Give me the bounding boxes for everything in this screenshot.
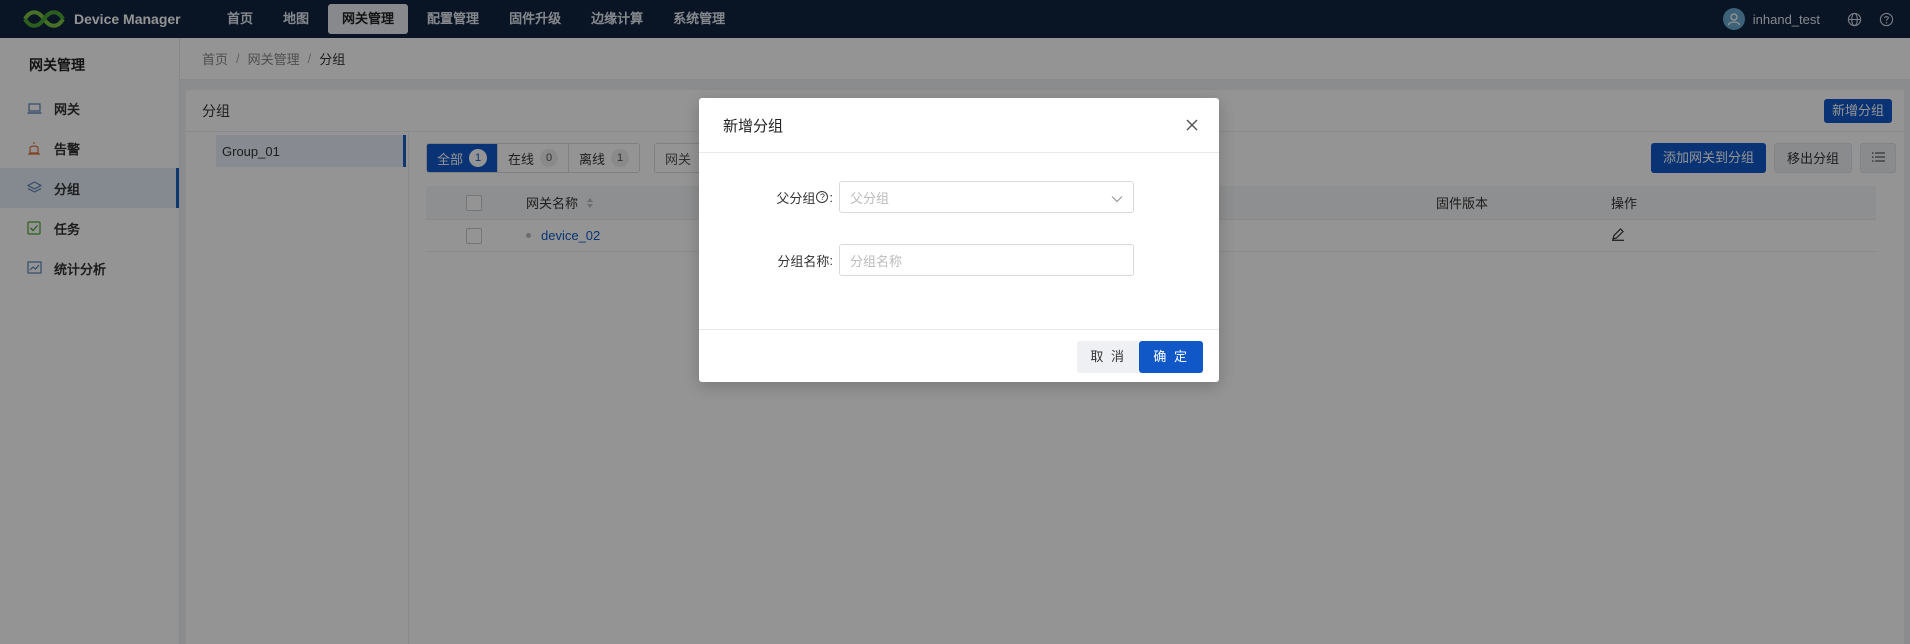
confirm-button[interactable]: 确 定 (1139, 341, 1203, 373)
dialog-footer: 取 消 确 定 (699, 329, 1219, 382)
close-icon[interactable] (1185, 118, 1199, 132)
group-name-input[interactable]: 分组名称 (839, 244, 1134, 276)
cancel-button[interactable]: 取 消 (1077, 341, 1139, 373)
group-name-placeholder: 分组名称 (850, 253, 903, 269)
new-group-dialog: 新增分组 父分组?: 父分组 分组名称: 分组名称 取 消 确 定 (699, 98, 1219, 382)
parent-group-placeholder: 父分组 (850, 190, 890, 206)
dialog-header: 新增分组 (699, 98, 1219, 153)
question-icon[interactable]: ? (816, 191, 829, 203)
group-name-label: 分组名称 (777, 253, 830, 269)
dialog-title: 新增分组 (723, 117, 784, 135)
chevron-down-icon (1111, 191, 1123, 206)
parent-group-select[interactable]: 父分组 (839, 181, 1134, 213)
parent-group-row: 父分组?: 父分组 (699, 181, 1134, 213)
parent-group-label: 父分组 (776, 190, 816, 206)
group-name-row: 分组名称: 分组名称 (699, 244, 1134, 276)
